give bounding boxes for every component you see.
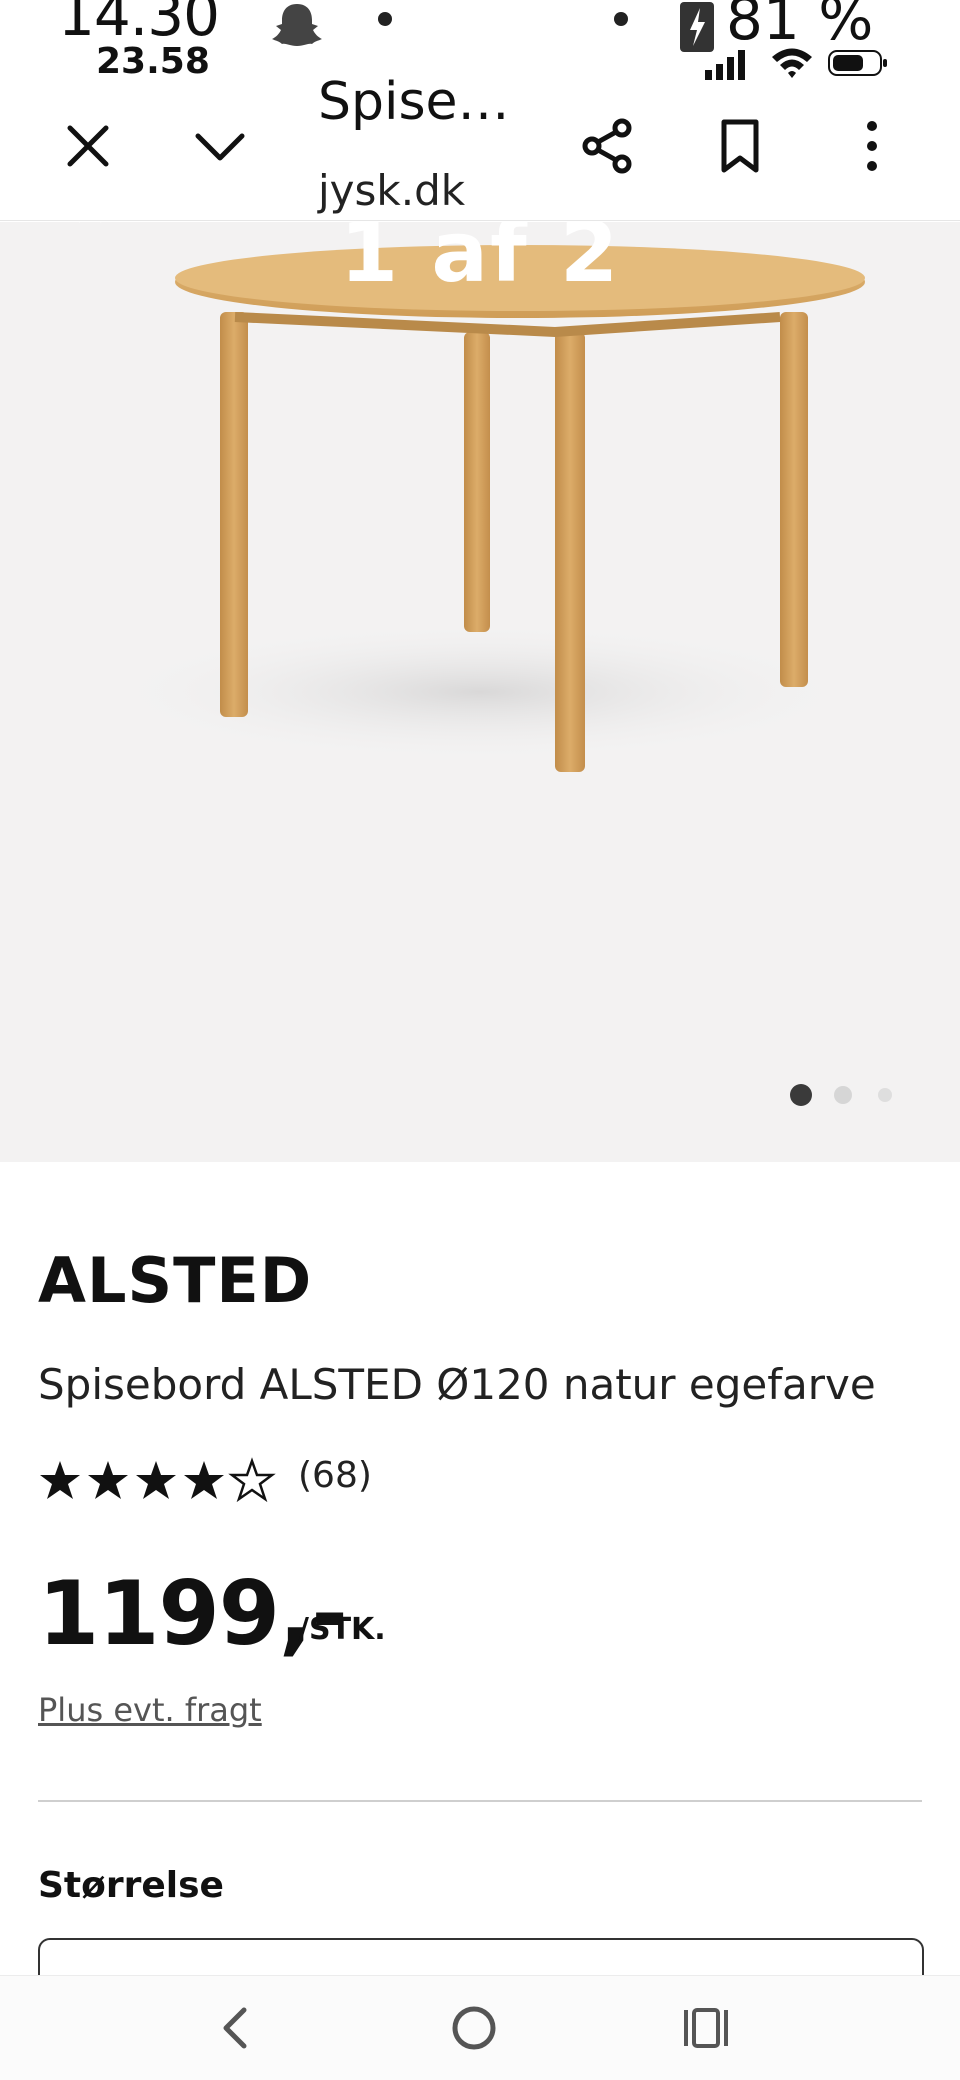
price-unit: /STK. [298,1612,386,1647]
chevron-down-icon[interactable] [188,114,252,178]
recents-icon[interactable] [674,1996,738,2060]
notification-dot-icon [378,12,392,26]
home-icon[interactable] [442,1996,506,2060]
notification-dot-icon [614,12,628,26]
share-icon[interactable] [576,114,640,178]
status-time-secondary: 23.58 [96,41,210,82]
size-label: Størrelse [38,1865,224,1906]
system-nav-bar [0,1975,960,2080]
browser-toolbar: Spise… jysk.dk [0,76,960,221]
pager-dot[interactable] [834,1086,852,1104]
shipping-link[interactable]: Plus evt. fragt [38,1694,262,1726]
rating-stars-icon[interactable] [38,1455,278,1505]
more-vert-icon[interactable] [840,114,904,178]
back-icon[interactable] [206,1996,270,2060]
signal-icon [705,50,745,80]
pager-dot[interactable] [878,1088,892,1102]
review-count[interactable]: (68) [298,1458,372,1494]
bookmark-icon[interactable] [708,114,772,178]
pager-dot-active[interactable] [790,1084,812,1106]
battery-percent: 81 % [726,0,874,53]
snapchat-ghost-icon [272,4,322,46]
product-brand: ALSTED [38,1244,313,1317]
battery-icon [828,50,887,76]
wifi-icon [772,48,812,78]
product-image [100,245,865,772]
page-title: Spise… [318,72,510,132]
image-counter: 1 af 2 [339,222,621,301]
product-image-gallery[interactable]: ✕ 1 af 2 [0,222,960,1162]
status-time: 14.30 [58,0,220,49]
product-name: Spisebord ALSTED Ø120 natur egefarve [38,1360,876,1409]
battery-charging-icon [680,2,714,52]
divider [38,1800,922,1802]
page-url[interactable]: jysk.dk [318,170,465,212]
close-icon[interactable] [56,114,120,178]
